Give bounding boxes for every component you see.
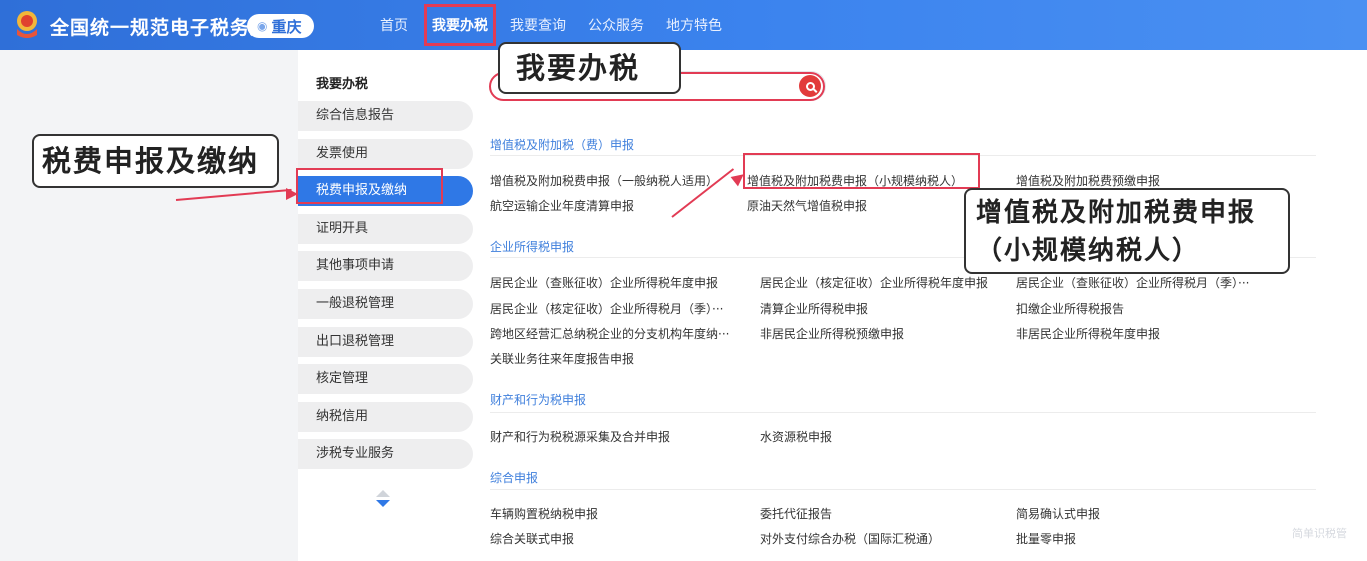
section-title-vat: 增值税及附加税（费）申报 bbox=[490, 138, 635, 152]
sidebar-highlight-box bbox=[296, 168, 443, 204]
sidebar-item-certificate[interactable]: 证明开具 bbox=[298, 214, 473, 244]
entry-link[interactable]: 居民企业（核定征收）企业所得税年度申报 bbox=[760, 274, 988, 291]
scroll-up-icon[interactable] bbox=[376, 490, 390, 497]
entry-link[interactable]: 航空运输企业年度清算申报 bbox=[490, 197, 634, 214]
entry-link[interactable]: 非居民企业所得税年度申报 bbox=[1016, 325, 1160, 342]
entry-link[interactable]: 非居民企业所得税预缴申报 bbox=[760, 325, 904, 342]
entry-link[interactable]: 清算企业所得税申报 bbox=[760, 300, 868, 317]
entry-link[interactable]: 对外支付综合办税（国际汇税通） bbox=[760, 530, 940, 547]
entry-link[interactable]: 增值税及附加税费申报（一般纳税人适用） bbox=[490, 172, 718, 189]
entry-link[interactable]: 增值税及附加税费预缴申报 bbox=[1016, 172, 1160, 189]
left-gutter bbox=[0, 50, 298, 561]
scroll-down-icon[interactable] bbox=[376, 500, 390, 507]
site-title[interactable]: 全国统一规范电子税务局 bbox=[50, 13, 270, 40]
entry-link[interactable]: 批量零申报 bbox=[1016, 530, 1076, 547]
tax-emblem-icon bbox=[17, 11, 37, 38]
nav-tax-handling[interactable]: 我要办税 bbox=[424, 4, 496, 46]
entry-link[interactable]: 简易确认式申报 bbox=[1016, 505, 1100, 522]
section-title-comprehensive: 综合申报 bbox=[490, 471, 539, 485]
entry-link[interactable]: 水资源税申报 bbox=[760, 428, 832, 445]
nav-local-features[interactable]: 地方特色 bbox=[666, 15, 722, 35]
entry-link[interactable]: 居民企业（查账征收）企业所得税月（季）··· bbox=[1016, 274, 1249, 291]
entry-link[interactable]: 财产和行为税税源采集及合并申报 bbox=[490, 428, 670, 445]
nav-query[interactable]: 我要查询 bbox=[510, 15, 566, 35]
sidebar-item-invoice-use[interactable]: 发票使用 bbox=[298, 139, 473, 169]
content-area: 我要办税 综合信息报告 发票使用 税费申报及缴纳 证明开具 其他事项申请 一般退… bbox=[0, 50, 1367, 561]
sidebar-item-professional-service[interactable]: 涉税专业服务 bbox=[298, 439, 473, 469]
divider bbox=[490, 489, 1316, 490]
entry-link[interactable]: 居民企业（核定征收）企业所得税月（季）··· bbox=[490, 300, 723, 317]
sidebar-item-other-requests[interactable]: 其他事项申请 bbox=[298, 251, 473, 281]
main-panel: 增值税及附加税（费）申报 增值税及附加税费申报（一般纳税人适用） 增值税及附加税… bbox=[473, 50, 1367, 561]
section-title-cit: 企业所得税申报 bbox=[490, 240, 575, 254]
entry-link[interactable]: 扣缴企业所得税报告 bbox=[1016, 300, 1124, 317]
location-pin-icon: ◉ bbox=[257, 19, 268, 33]
entry-link[interactable]: 跨地区经营汇总纳税企业的分支机构年度纳··· bbox=[490, 325, 729, 342]
sidebar-title: 我要办税 bbox=[316, 77, 369, 92]
entry-link[interactable]: 居民企业（查账征收）企业所得税年度申报 bbox=[490, 274, 718, 291]
sidebar-item-assessment[interactable]: 核定管理 bbox=[298, 364, 473, 394]
sidebar-scroll-control[interactable] bbox=[376, 490, 392, 507]
arrow-head-icon bbox=[286, 188, 298, 200]
divider bbox=[490, 412, 1316, 413]
callout-tax-filing: 税费申报及缴纳 bbox=[32, 134, 279, 188]
sidebar-item-credit[interactable]: 纳税信用 bbox=[298, 402, 473, 432]
watermark: 简单识税管 bbox=[1292, 527, 1347, 540]
entry-link[interactable]: 关联业务往来年度报告申报 bbox=[490, 350, 634, 367]
region-selector[interactable]: ◉ 重庆 bbox=[247, 14, 314, 38]
entry-link[interactable]: 综合关联式申报 bbox=[490, 530, 574, 547]
sidebar-item-export-refund[interactable]: 出口退税管理 bbox=[298, 327, 473, 357]
entry-link[interactable]: 原油天然气增值税申报 bbox=[747, 197, 867, 214]
nav-home[interactable]: 首页 bbox=[380, 15, 408, 35]
top-header: 全国统一规范电子税务局 ◉ 重庆 首页 我要办税 我要查询 公众服务 地方特色 bbox=[0, 0, 1367, 50]
nav-public-service[interactable]: 公众服务 bbox=[588, 15, 644, 35]
entry-link[interactable]: 委托代征报告 bbox=[760, 505, 832, 522]
callout-vat-small-scale: 增值税及附加税费申报（小规模纳税人） bbox=[964, 188, 1290, 274]
region-name: 重庆 bbox=[271, 17, 302, 36]
sidebar-item-info-report[interactable]: 综合信息报告 bbox=[298, 101, 473, 131]
entry-highlight-box bbox=[743, 153, 980, 189]
sidebar: 我要办税 综合信息报告 发票使用 税费申报及缴纳 证明开具 其他事项申请 一般退… bbox=[298, 50, 473, 561]
section-title-property: 财产和行为税申报 bbox=[490, 393, 587, 407]
callout-tax-handling: 我要办税 bbox=[498, 42, 681, 94]
entry-link[interactable]: 车辆购置税纳税申报 bbox=[490, 505, 598, 522]
sidebar-item-general-refund[interactable]: 一般退税管理 bbox=[298, 289, 473, 319]
